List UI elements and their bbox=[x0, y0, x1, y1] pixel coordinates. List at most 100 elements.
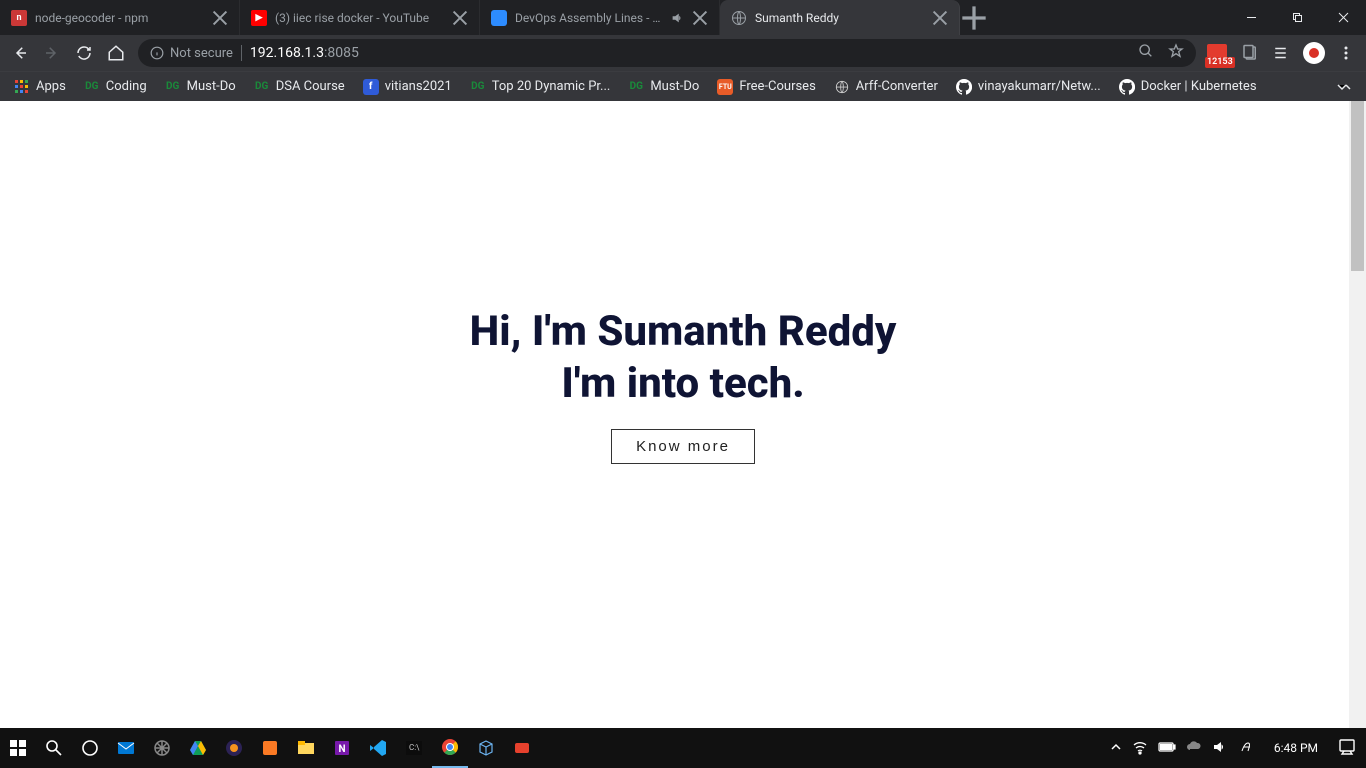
browser-tab[interactable]: DevOps Assembly Lines - Se… bbox=[480, 0, 720, 35]
cortana-button[interactable] bbox=[72, 728, 108, 768]
menu-button[interactable] bbox=[1332, 39, 1360, 67]
bookmark-label: Coding bbox=[106, 79, 147, 94]
action-center-icon[interactable] bbox=[1338, 738, 1362, 759]
dev-app[interactable] bbox=[144, 728, 180, 768]
file-explorer[interactable] bbox=[288, 728, 324, 768]
gfg-icon: DG bbox=[84, 79, 100, 95]
forward-button[interactable] bbox=[38, 39, 66, 67]
tab-title: Sumanth Reddy bbox=[755, 11, 924, 25]
xampp-app[interactable] bbox=[252, 728, 288, 768]
profile-avatar[interactable] bbox=[1300, 39, 1328, 67]
bookmark-label: vitians2021 bbox=[385, 79, 452, 94]
generic-site-icon bbox=[834, 79, 850, 95]
terminal-app[interactable]: C:\ bbox=[396, 728, 432, 768]
browser-tab[interactable]: n node-geocoder - npm bbox=[0, 0, 240, 35]
google-drive-app[interactable] bbox=[180, 728, 216, 768]
bookmark-item[interactable]: Docker | Kubernetes bbox=[1111, 74, 1265, 100]
back-button[interactable] bbox=[6, 39, 34, 67]
system-tray: 6:48 PM bbox=[1106, 728, 1366, 768]
music-app[interactable] bbox=[504, 728, 540, 768]
tray-overflow[interactable] bbox=[1110, 741, 1122, 756]
gfg-icon: DG bbox=[254, 79, 270, 95]
close-icon[interactable] bbox=[692, 10, 708, 26]
svg-text:N: N bbox=[338, 744, 345, 755]
onedrive-icon[interactable] bbox=[1186, 739, 1202, 758]
bookmark-item[interactable]: DGMust-Do bbox=[157, 74, 244, 100]
bookmark-label: vinayakumarr/Netw... bbox=[978, 79, 1101, 94]
vertical-scrollbar[interactable] bbox=[1349, 101, 1366, 728]
vscode-app[interactable] bbox=[360, 728, 396, 768]
bookmark-label: DSA Course bbox=[276, 79, 345, 94]
bookmarks-bar: Apps DGCoding DGMust-Do DGDSA Course fvi… bbox=[0, 71, 1366, 101]
close-icon[interactable] bbox=[452, 10, 468, 26]
eclipse-app[interactable] bbox=[216, 728, 252, 768]
chrome-app[interactable] bbox=[432, 728, 468, 768]
browser-tab[interactable]: Sumanth Reddy bbox=[720, 0, 960, 35]
browser-toolbar: Not secure 192.168.1.3:8085 12153 bbox=[0, 35, 1366, 71]
bookmark-item[interactable]: DG Top 20 Dynamic Pr... bbox=[462, 74, 619, 100]
address-bar[interactable]: Not secure 192.168.1.3:8085 bbox=[138, 39, 1196, 67]
reading-list-button[interactable] bbox=[1268, 39, 1296, 67]
input-indicator[interactable] bbox=[1238, 739, 1254, 758]
hero-heading: Hi, I'm Sumanth Reddy I'm into tech. bbox=[470, 306, 897, 411]
start-button[interactable] bbox=[0, 728, 36, 768]
know-more-button[interactable]: Know more bbox=[611, 429, 755, 464]
bookmark-label: Free-Courses bbox=[739, 79, 815, 94]
wifi-icon[interactable] bbox=[1132, 739, 1148, 758]
battery-icon[interactable] bbox=[1158, 741, 1176, 756]
bookmark-item[interactable]: FTUFree-Courses bbox=[709, 74, 823, 100]
onenote-app[interactable]: N bbox=[324, 728, 360, 768]
tab-title: DevOps Assembly Lines - Se… bbox=[515, 11, 662, 25]
bookmark-label: Apps bbox=[36, 79, 66, 94]
bookmarks-overflow[interactable] bbox=[1328, 74, 1360, 100]
browser-tab[interactable]: ▶ (3) iiec rise docker - YouTube bbox=[240, 0, 480, 35]
home-button[interactable] bbox=[102, 39, 130, 67]
close-icon[interactable] bbox=[932, 10, 948, 26]
page-viewport: Hi, I'm Sumanth Reddy I'm into tech. Kno… bbox=[0, 101, 1366, 728]
gfg-icon: DG bbox=[470, 79, 486, 95]
close-window-button[interactable] bbox=[1320, 0, 1366, 35]
zoom-icon[interactable] bbox=[1138, 43, 1154, 63]
audio-icon[interactable] bbox=[670, 11, 684, 25]
browser-tabstrip: n node-geocoder - npm ▶ (3) iiec rise do… bbox=[0, 0, 1366, 35]
bookmark-apps[interactable]: Apps bbox=[6, 74, 74, 100]
volume-icon[interactable] bbox=[1212, 739, 1228, 758]
gmail-count-badge: 12153 bbox=[1205, 57, 1235, 68]
zoom-icon bbox=[491, 10, 507, 26]
close-icon[interactable] bbox=[212, 10, 228, 26]
taskbar-clock[interactable]: 6:48 PM bbox=[1264, 741, 1328, 755]
npm-icon: n bbox=[11, 10, 27, 26]
apps-icon bbox=[14, 79, 30, 95]
divider bbox=[241, 45, 242, 61]
hero-line-2: I'm into tech. bbox=[470, 358, 897, 411]
security-label: Not secure bbox=[170, 46, 233, 61]
scrollbar-thumb[interactable] bbox=[1351, 101, 1364, 271]
bookmark-item[interactable]: fvitians2021 bbox=[355, 74, 460, 100]
url-text: 192.168.1.3:8085 bbox=[250, 45, 359, 61]
search-button[interactable] bbox=[36, 728, 72, 768]
maximize-button[interactable] bbox=[1274, 0, 1320, 35]
gmail-extension[interactable]: 12153 bbox=[1204, 39, 1232, 67]
bookmark-item[interactable]: DGMust-Do bbox=[620, 74, 707, 100]
bookmark-star-icon[interactable] bbox=[1168, 43, 1184, 63]
bookmark-item[interactable]: DG Coding bbox=[76, 74, 155, 100]
github-icon bbox=[956, 79, 972, 95]
tab-title: (3) iiec rise docker - YouTube bbox=[275, 11, 444, 25]
bookmark-item[interactable]: DG DSA Course bbox=[246, 74, 353, 100]
youtube-icon: ▶ bbox=[251, 10, 267, 26]
bookmark-label: Must-Do bbox=[650, 79, 699, 94]
clipboard-extension[interactable] bbox=[1236, 39, 1264, 67]
reload-button[interactable] bbox=[70, 39, 98, 67]
windows-taskbar: N C:\ 6:48 PM bbox=[0, 728, 1366, 768]
mail-app[interactable] bbox=[108, 728, 144, 768]
window-controls bbox=[1228, 0, 1366, 35]
security-status[interactable]: Not secure bbox=[150, 46, 233, 61]
bookmark-item[interactable]: Arff-Converter bbox=[826, 74, 946, 100]
bookmark-label: Must-Do bbox=[187, 79, 236, 94]
bookmark-item[interactable]: vinayakumarr/Netw... bbox=[948, 74, 1109, 100]
minimize-button[interactable] bbox=[1228, 0, 1274, 35]
new-tab-button[interactable] bbox=[960, 0, 988, 35]
bookmark-label: Top 20 Dynamic Pr... bbox=[492, 79, 611, 94]
hero-line-1: Hi, I'm Sumanth Reddy bbox=[470, 306, 897, 359]
package-app[interactable] bbox=[468, 728, 504, 768]
